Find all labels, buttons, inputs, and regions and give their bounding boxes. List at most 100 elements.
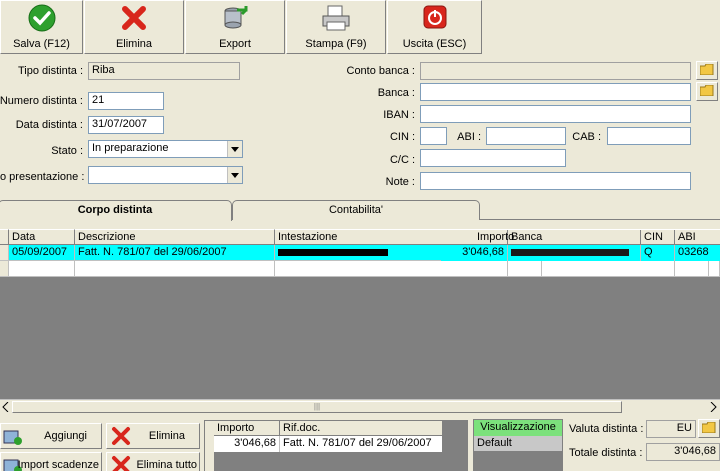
- folder-icon: [701, 421, 716, 436]
- presentazione-select[interactable]: [88, 166, 243, 184]
- numero-distinta-label: Numero distinta :: [0, 95, 83, 107]
- abi-label: ABI :: [457, 131, 481, 143]
- add-row-label: Aggiungi: [44, 430, 87, 442]
- folder-icon: [699, 63, 714, 78]
- chevron-down-icon[interactable]: [227, 167, 242, 183]
- rif-doc-header: Importo Rif.doc.: [214, 421, 442, 436]
- exit-button[interactable]: Uscita (ESC): [387, 0, 482, 54]
- col-header-importo[interactable]: Importo: [474, 230, 514, 245]
- valuta-label: Valuta distinta :: [569, 423, 644, 435]
- row-indicator: [0, 245, 9, 261]
- data-distinta-label: Data distinta :: [15, 119, 83, 131]
- valuta-folder-button[interactable]: [698, 419, 720, 438]
- iban-field[interactable]: [420, 105, 691, 123]
- printer-icon: [320, 4, 352, 35]
- redacted-mark: [278, 248, 388, 256]
- save-label: Salva (F12): [13, 38, 70, 50]
- col-header-banca[interactable]: Banca: [508, 230, 641, 245]
- cell-rif-doc: Fatt. N. 781/07 del 29/06/2007: [283, 437, 432, 449]
- add-row-button[interactable]: Aggiungi: [0, 423, 102, 449]
- cell-data: 05/09/2007: [9, 245, 75, 261]
- cell-descrizione: Fatt. N. 781/07 del 29/06/2007: [75, 245, 275, 261]
- exit-label: Uscita (ESC): [402, 38, 467, 50]
- green-check-icon: [28, 4, 56, 35]
- conto-banca-field[interactable]: [420, 62, 691, 80]
- red-x-icon: [111, 426, 131, 449]
- save-button[interactable]: Salva (F12): [0, 0, 83, 54]
- cell-importo: 3'046,68: [441, 245, 508, 261]
- power-icon: [422, 4, 448, 33]
- col-header-descrizione[interactable]: Descrizione: [75, 229, 275, 245]
- delete-row-label: Elimina: [148, 430, 185, 442]
- note-label: Note :: [385, 176, 415, 188]
- delete-label: Elimina: [115, 38, 153, 50]
- red-x-icon: [120, 4, 148, 35]
- col-header-data[interactable]: Data: [9, 229, 75, 245]
- stato-label: Stato :: [51, 145, 83, 157]
- table-row[interactable]: 05/09/2007 Fatt. N. 781/07 del 29/06/200…: [0, 245, 508, 261]
- cc-field[interactable]: [420, 149, 566, 167]
- col-header-rif-doc[interactable]: Rif.doc.: [280, 421, 442, 436]
- print-label: Stampa (F9): [305, 38, 367, 50]
- export-button[interactable]: Export: [185, 0, 285, 54]
- cc-label: C/C :: [389, 154, 415, 166]
- horizontal-scrollbar[interactable]: |||: [0, 399, 720, 415]
- row-right-cols: 3'046,68 Q 03268: [441, 245, 720, 261]
- view-list[interactable]: Visualizzazione Default: [473, 419, 563, 471]
- add-row-icon: [3, 426, 23, 449]
- cab-label: CAB :: [572, 131, 601, 143]
- export-label: Export: [219, 38, 251, 50]
- database-export-icon: [221, 4, 249, 35]
- cell-importo: 3'046,68: [214, 436, 280, 452]
- col-header-cin[interactable]: CIN: [641, 230, 675, 245]
- empty-row[interactable]: [0, 261, 720, 277]
- scroll-right-icon[interactable]: [710, 401, 718, 415]
- stato-select[interactable]: In preparazione: [88, 140, 243, 158]
- data-distinta-field[interactable]: 31/07/2007: [88, 116, 164, 134]
- redacted-mark: [511, 248, 629, 256]
- conto-banca-label: Conto banca :: [346, 65, 416, 77]
- iban-label: IBAN :: [383, 109, 415, 121]
- scroll-thumb[interactable]: |||: [12, 401, 622, 413]
- tipo-distinta-field[interactable]: Riba: [88, 62, 240, 80]
- table-row[interactable]: 3'046,68 Fatt. N. 781/07 del 29/06/2007: [214, 436, 442, 452]
- view-list-item[interactable]: Default: [474, 436, 562, 451]
- totale-label: Totale distinta :: [569, 447, 643, 459]
- valuta-field[interactable]: EU: [646, 420, 696, 438]
- delete-all-label: Elimina tutto: [136, 459, 197, 471]
- folder-icon: [699, 84, 714, 99]
- conto-banca-folder-button[interactable]: [696, 61, 718, 80]
- grid-header-indicator: [0, 229, 9, 245]
- cab-field[interactable]: [607, 127, 691, 145]
- col-header-abi[interactable]: ABI: [675, 230, 720, 245]
- banca-label: Banca :: [377, 87, 415, 99]
- grid-header: Data Descrizione Intestazione: [0, 229, 511, 245]
- totale-field[interactable]: 3'046,68: [646, 443, 720, 461]
- import-scadenze-button[interactable]: Import scadenze: [0, 452, 102, 471]
- cin-field[interactable]: [420, 127, 447, 145]
- presentazione-label: o presentazione :: [0, 171, 85, 183]
- print-button[interactable]: Stampa (F9): [286, 0, 386, 54]
- banca-field[interactable]: [420, 83, 691, 101]
- grid-header-right-cols: Importo Banca CIN ABI: [474, 229, 720, 245]
- cin-label: CIN :: [389, 131, 415, 143]
- tipo-distinta-label: Tipo distinta :: [17, 65, 83, 77]
- tab-contabilita[interactable]: Contabilita': [232, 200, 480, 220]
- stato-value: In preparazione: [92, 142, 169, 154]
- view-list-header: Visualizzazione: [474, 420, 562, 436]
- col-header-importo[interactable]: Importo: [214, 421, 280, 436]
- import-scadenze-label: Import scadenze: [17, 459, 99, 471]
- delete-button[interactable]: Elimina: [84, 0, 184, 54]
- chevron-down-icon[interactable]: [227, 141, 242, 157]
- abi-field[interactable]: [486, 127, 566, 145]
- note-field[interactable]: [420, 172, 691, 190]
- tab-corpo-distinta[interactable]: Corpo distinta: [0, 200, 232, 221]
- banca-folder-button[interactable]: [696, 82, 718, 101]
- scroll-left-icon[interactable]: [2, 401, 10, 415]
- delete-row-button[interactable]: Elimina: [106, 423, 200, 449]
- cell-banca: [508, 245, 641, 261]
- red-x-icon: [111, 455, 131, 471]
- rif-doc-grid[interactable]: Importo Rif.doc. 3'046,68 Fatt. N. 781/0…: [204, 420, 468, 471]
- delete-all-button[interactable]: Elimina tutto: [106, 452, 200, 471]
- numero-distinta-field[interactable]: 21: [88, 92, 164, 110]
